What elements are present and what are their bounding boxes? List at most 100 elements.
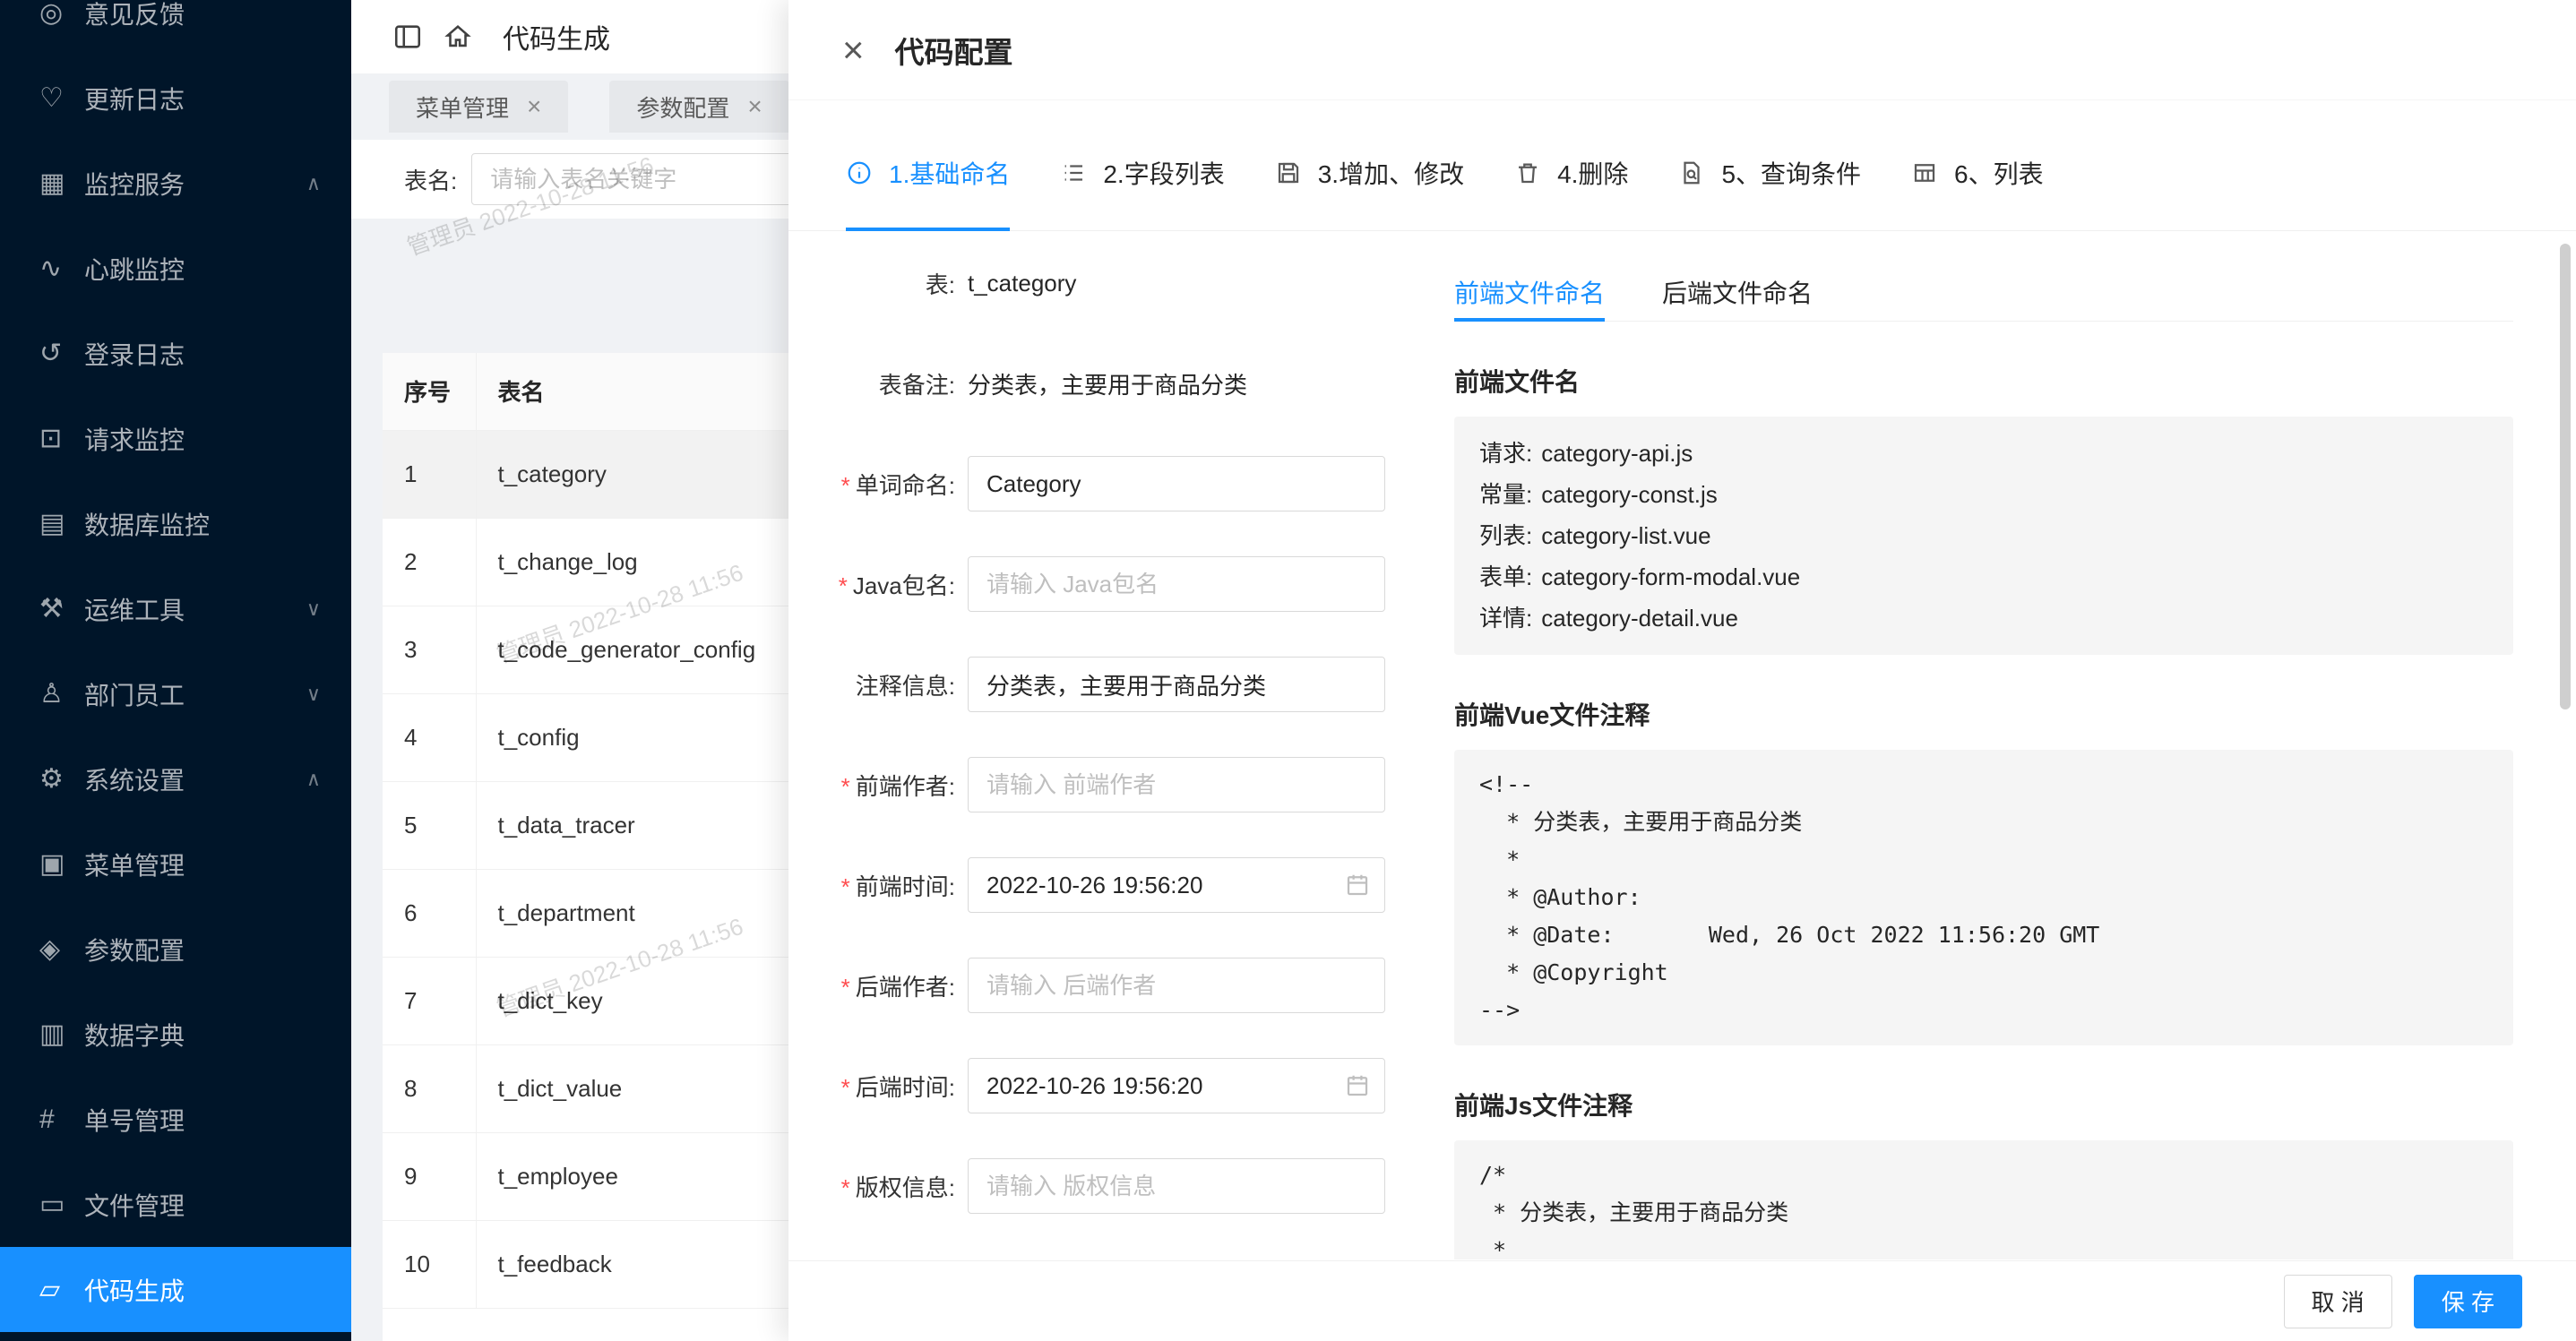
- sidebar-item-serial-number[interactable]: # 单号管理: [0, 1077, 351, 1162]
- drawer-scrollbar[interactable]: [2560, 244, 2571, 709]
- form-row-copyright: 版权信息:: [788, 1158, 1416, 1214]
- step-tab-label: 6、列表: [1954, 155, 2044, 191]
- sidebar-item-label: 心跳监控: [84, 251, 185, 287]
- sidebar-item-menu-management[interactable]: ▣ 菜单管理: [0, 821, 351, 907]
- save-button[interactable]: 保 存: [2414, 1275, 2522, 1328]
- sidebar-item-label: 更新日志: [84, 81, 185, 116]
- sidebar-item-code-generation[interactable]: ▱ 代码生成: [0, 1247, 351, 1332]
- sidebar-item-changelog[interactable]: ♡ 更新日志: [0, 56, 351, 141]
- system-settings-icon: ⚙: [39, 763, 79, 795]
- copyright-label: 版权信息:: [788, 1170, 955, 1203]
- comment-info-input[interactable]: [968, 657, 1385, 712]
- sidebar-group-department-employee[interactable]: ♙ 部门员工 ∨: [0, 651, 351, 736]
- drawer-header: × 代码配置: [788, 0, 2576, 100]
- sidebar-item-label: 部门员工: [84, 676, 185, 712]
- sidebar-item-label: 系统设置: [84, 761, 185, 797]
- tab-frontend-file-naming[interactable]: 前端文件命名: [1454, 262, 1605, 321]
- step-tab-add-edit[interactable]: 3.增加、修改: [1275, 115, 1464, 230]
- frontend-author-input[interactable]: [968, 757, 1385, 812]
- naming-preview-panel: 前端文件命名 后端文件命名 前端文件名 请求:category-api.js 常…: [1454, 262, 2513, 1259]
- code-config-drawer: × 代码配置 1.基础命名 2.字段列表 3.增加、修改 4.删除: [788, 0, 2576, 1341]
- chevron-up-icon: ∧: [306, 768, 321, 791]
- close-drawer-icon[interactable]: ×: [842, 31, 865, 69]
- sidebar-item-file-management[interactable]: ▭ 文件管理: [0, 1162, 351, 1247]
- param-config-icon: ◈: [39, 933, 79, 965]
- file-line-form: 表单:category-form-modal.vue: [1479, 556, 2488, 597]
- row-index: 6: [383, 869, 476, 957]
- sidebar-collapse-icon[interactable]: [383, 12, 433, 62]
- sidebar-item-request-monitor[interactable]: ⊡ 请求监控: [0, 396, 351, 481]
- close-tab-icon[interactable]: ×: [747, 92, 762, 121]
- sidebar-item-feedback[interactable]: ◎ 意见反馈: [0, 0, 351, 56]
- sidebar-item-param-config[interactable]: ◈ 参数配置: [0, 907, 351, 992]
- sidebar-item-database-monitor[interactable]: ▤ 数据库监控: [0, 481, 351, 566]
- step-tab-label: 3.增加、修改: [1318, 155, 1464, 191]
- trash-icon: [1514, 158, 1545, 188]
- step-tab-field-list[interactable]: 2.字段列表: [1060, 115, 1224, 230]
- sidebar-item-label: 数据字典: [84, 1017, 185, 1053]
- chevron-down-icon: ∨: [306, 683, 321, 706]
- row-index: 4: [383, 693, 476, 781]
- basic-naming-form: 表: t_category 表备注: 分类表，主要用于商品分类 单词命名: Ja…: [788, 255, 1416, 1259]
- word-naming-input[interactable]: [968, 456, 1385, 511]
- sidebar-group-monitor-service[interactable]: ▦ 监控服务 ∧: [0, 141, 351, 226]
- monitor-service-icon: ▦: [39, 168, 79, 199]
- row-index: 1: [383, 430, 476, 518]
- step-tab-basic-naming[interactable]: 1.基础命名: [846, 115, 1010, 230]
- frontend-time-input[interactable]: [968, 857, 1385, 913]
- heartbeat-icon: ∿: [39, 253, 79, 284]
- sidebar-item-label: 登录日志: [84, 336, 185, 372]
- comment-info-label: 注释信息:: [788, 668, 955, 701]
- sidebar-item-data-dictionary[interactable]: ▥ 数据字典: [0, 992, 351, 1077]
- file-line-value: category-api.js: [1541, 440, 1693, 467]
- java-package-label: Java包名:: [788, 568, 955, 601]
- backend-time-label: 后端时间:: [788, 1070, 955, 1103]
- page-tab-menu-management[interactable]: 菜单管理 ×: [389, 81, 568, 133]
- row-index: 7: [383, 957, 476, 1044]
- step-tab-query-conditions[interactable]: 5、查询条件: [1678, 115, 1861, 230]
- page-tab-param-config[interactable]: 参数配置 ×: [609, 81, 788, 133]
- sidebar-item-heartbeat-monitor[interactable]: ∿ 心跳监控: [0, 226, 351, 311]
- home-icon[interactable]: [433, 12, 483, 62]
- form-row-table: 表: t_category: [788, 255, 1416, 311]
- tab-backend-file-naming[interactable]: 后端文件命名: [1662, 262, 1813, 321]
- file-line-detail: 详情:category-detail.vue: [1479, 597, 2488, 639]
- file-line-request: 请求:category-api.js: [1479, 433, 2488, 474]
- vue-comment-code: <!-- * 分类表，主要用于商品分类 * * @Author: * @Date…: [1479, 766, 2488, 1029]
- form-row-java-package: Java包名:: [788, 556, 1416, 612]
- frontend-js-comment-box: /* * 分类表，主要用于商品分类 * * @Author:: [1454, 1140, 2513, 1259]
- drawer-footer: 取 消 保 存: [788, 1260, 2576, 1341]
- form-row-comment-info: 注释信息:: [788, 657, 1416, 712]
- form-row-table-remark: 表备注: 分类表，主要用于商品分类: [788, 356, 1416, 411]
- frontend-js-comment-heading: 前端Js文件注释: [1454, 1087, 2513, 1122]
- sidebar-item-label: 监控服务: [84, 166, 185, 202]
- column-header-index: 序号: [383, 353, 476, 430]
- backend-time-input[interactable]: [968, 1058, 1385, 1113]
- calendar-icon[interactable]: [1344, 872, 1371, 898]
- java-package-input[interactable]: [968, 556, 1385, 612]
- step-tab-list[interactable]: 6、列表: [1911, 115, 2044, 230]
- step-tab-label: 4.删除: [1557, 155, 1628, 191]
- row-index: 5: [383, 781, 476, 869]
- table-value: t_category: [968, 270, 1076, 297]
- form-row-backend-author: 后端作者:: [788, 958, 1416, 1013]
- list-icon: [1060, 158, 1090, 188]
- frontend-file-names-heading: 前端文件名: [1454, 363, 2513, 399]
- file-line-value: category-detail.vue: [1541, 605, 1738, 632]
- copyright-input[interactable]: [968, 1158, 1385, 1214]
- close-tab-icon[interactable]: ×: [527, 92, 541, 121]
- sidebar-item-label: 数据库监控: [84, 506, 210, 542]
- changelog-icon: ♡: [39, 82, 79, 114]
- login-log-icon: ↺: [39, 338, 79, 369]
- chevron-up-icon: ∧: [306, 172, 321, 195]
- sidebar-group-system-settings[interactable]: ⚙ 系统设置 ∧: [0, 736, 351, 821]
- backend-author-label: 后端作者:: [788, 969, 955, 1002]
- calendar-icon[interactable]: [1344, 1072, 1371, 1099]
- cancel-button[interactable]: 取 消: [2284, 1275, 2392, 1328]
- backend-author-input[interactable]: [968, 958, 1385, 1013]
- row-index: 3: [383, 606, 476, 693]
- step-tab-delete[interactable]: 4.删除: [1514, 115, 1628, 230]
- sidebar-item-label: 请求监控: [84, 421, 185, 457]
- sidebar-group-ops-tools[interactable]: ⚒ 运维工具 ∨: [0, 566, 351, 651]
- sidebar-item-login-log[interactable]: ↺ 登录日志: [0, 311, 351, 396]
